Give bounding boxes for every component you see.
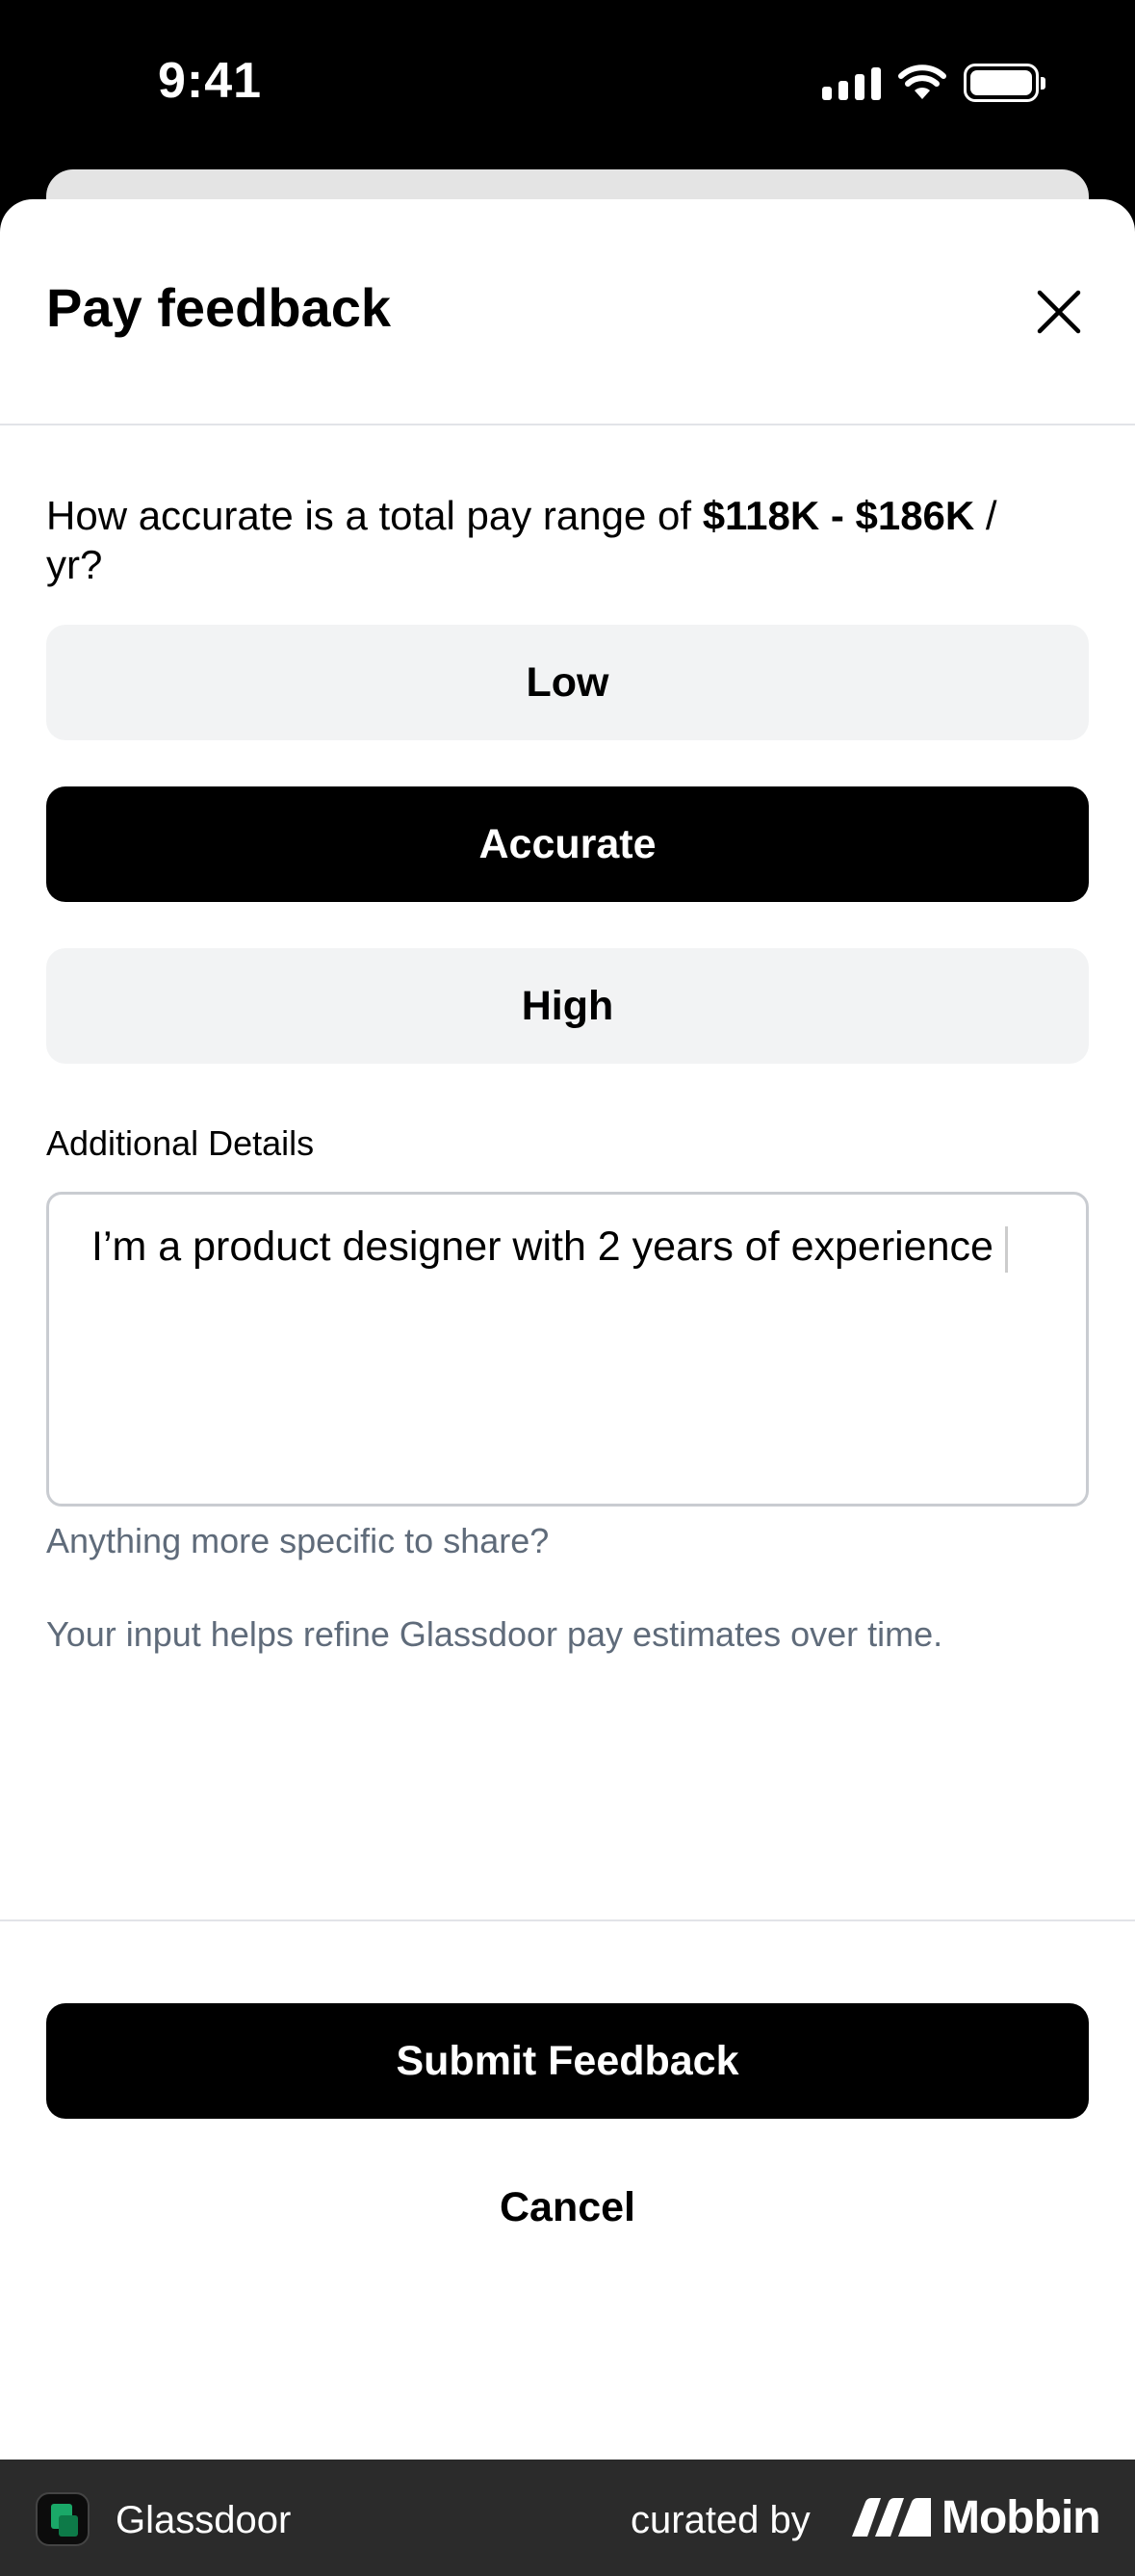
mobbin-brand: Mobbin [942, 2492, 1101, 2543]
footer-divider [0, 1919, 1135, 1921]
additional-details-textarea[interactable]: I’m a product designer with 2 years of e… [46, 1192, 1089, 1507]
mobbin-logo-icon [852, 2498, 931, 2537]
status-icons [822, 64, 1045, 102]
pay-feedback-sheet: Pay feedback How accurate is a total pay… [0, 199, 1135, 2460]
status-time: 9:41 [158, 53, 263, 109]
close-icon[interactable] [1035, 288, 1083, 336]
submit-feedback-button[interactable]: Submit Feedback [46, 2003, 1089, 2119]
option-low-button[interactable]: Low [46, 625, 1089, 740]
battery-icon [964, 64, 1045, 102]
option-accurate-button[interactable]: Accurate [46, 786, 1089, 902]
app-name: Glassdoor [116, 2499, 292, 2541]
details-helper-text: Anything more specific to share? [46, 1521, 550, 1560]
cancel-button[interactable]: Cancel [0, 2159, 1135, 2255]
sheet-title: Pay feedback [46, 277, 391, 338]
sheet-header: Pay feedback [0, 199, 1135, 425]
curated-by-text: curated by [631, 2499, 811, 2541]
estimates-note: Your input helps refine Glassdoor pay es… [46, 1614, 943, 1654]
additional-details-value: I’m a product designer with 2 years of e… [91, 1224, 993, 1270]
glassdoor-app-icon [36, 2492, 90, 2546]
question-prefix: How accurate is a total pay range of [46, 493, 703, 538]
additional-details-label: Additional Details [46, 1123, 315, 1163]
text-cursor [1004, 1225, 1008, 1273]
option-high-button[interactable]: High [46, 948, 1089, 1064]
pay-range-question: How accurate is a total pay range of $11… [46, 491, 1009, 589]
status-bar: 9:41 [0, 0, 1135, 168]
question-range: $118K - $186K [702, 493, 975, 538]
wifi-icon [898, 64, 946, 99]
cellular-signal-icon [822, 65, 881, 100]
